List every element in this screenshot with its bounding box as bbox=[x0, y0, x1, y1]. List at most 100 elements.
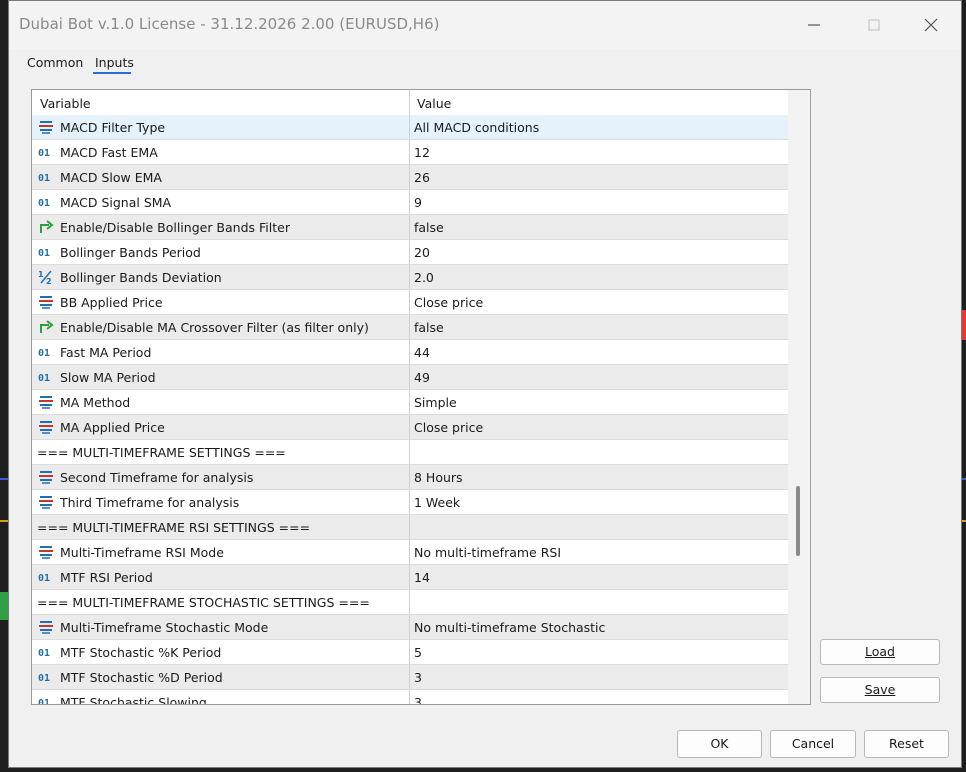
column-divider[interactable] bbox=[409, 90, 410, 115]
maximize-icon bbox=[868, 19, 880, 31]
double-icon: 12 bbox=[38, 270, 54, 286]
variable-name: MACD Filter Type bbox=[60, 120, 166, 135]
enum-icon bbox=[38, 545, 54, 559]
value-cell[interactable]: 5 bbox=[414, 645, 422, 660]
section-header-row[interactable]: === MULTI-TIMEFRAME RSI SETTINGS === bbox=[32, 515, 788, 540]
grid-row[interactable]: 01 MTF Stochastic %D Period 3 bbox=[32, 665, 788, 690]
integer-icon: 01 bbox=[38, 370, 54, 384]
grid-row[interactable]: Enable/Disable Bollinger Bands Filter fal… bbox=[32, 215, 788, 240]
grid-row[interactable]: 01 MACD Slow EMA 26 bbox=[32, 165, 788, 190]
svg-text:01: 01 bbox=[38, 648, 50, 659]
boolean-icon bbox=[38, 220, 54, 234]
grid-row[interactable]: 01 Slow MA Period 49 bbox=[32, 365, 788, 390]
value-cell[interactable]: 26 bbox=[414, 170, 430, 185]
chart-line bbox=[0, 520, 8, 522]
svg-text:01: 01 bbox=[38, 698, 50, 705]
column-divider bbox=[409, 340, 410, 364]
value-cell[interactable]: 3 bbox=[414, 695, 422, 704]
grid-row[interactable]: MA Applied Price Close price bbox=[32, 415, 788, 440]
variable-name: MA Applied Price bbox=[60, 420, 165, 435]
tab-common[interactable]: Common bbox=[27, 55, 83, 70]
value-cell[interactable]: 20 bbox=[414, 245, 430, 260]
column-divider bbox=[409, 565, 410, 589]
value-cell[interactable]: 9 bbox=[414, 195, 422, 210]
svg-text:01: 01 bbox=[38, 673, 50, 684]
cancel-button[interactable]: Cancel bbox=[770, 730, 856, 758]
value-cell[interactable]: Simple bbox=[414, 395, 457, 410]
reset-button[interactable]: Reset bbox=[864, 730, 949, 758]
value-cell[interactable]: 2.0 bbox=[414, 270, 434, 285]
value-cell[interactable]: No multi-timeframe Stochastic bbox=[414, 620, 605, 635]
close-icon bbox=[924, 18, 938, 32]
grid-row[interactable]: 01 MTF RSI Period 14 bbox=[32, 565, 788, 590]
variable-name: Slow MA Period bbox=[60, 370, 156, 385]
tab-inputs[interactable]: Inputs bbox=[95, 55, 134, 70]
active-tab-indicator bbox=[93, 72, 131, 74]
vertical-scrollbar[interactable] bbox=[788, 90, 810, 704]
save-button[interactable]: Save bbox=[820, 677, 940, 703]
column-header-value[interactable]: Value bbox=[417, 96, 451, 111]
grid-header: Variable Value bbox=[32, 90, 788, 116]
section-header-row[interactable]: === MULTI-TIMEFRAME STOCHASTIC SETTINGS … bbox=[32, 590, 788, 615]
grid-row[interactable]: 1 2 Bollinger Bands Deviation 2.0 bbox=[32, 265, 788, 290]
column-divider bbox=[409, 265, 410, 289]
value-cell[interactable]: No multi-timeframe RSI bbox=[414, 545, 561, 560]
value-cell[interactable]: Close price bbox=[414, 295, 483, 310]
enum-icon bbox=[38, 420, 54, 434]
grid-row[interactable]: Multi-Timeframe Stochastic Mode No multi-… bbox=[32, 615, 788, 640]
variable-name: MACD Signal SMA bbox=[60, 195, 172, 210]
value-cell[interactable]: 14 bbox=[414, 570, 430, 585]
section-header-row[interactable]: === MULTI-TIMEFRAME SETTINGS === bbox=[32, 440, 788, 465]
close-button[interactable] bbox=[911, 11, 951, 39]
integer-icon: 01 bbox=[38, 345, 54, 359]
grid-row[interactable]: 01 MTF Stochastic %K Period 5 bbox=[32, 640, 788, 665]
grid-row[interactable]: Second Timeframe for analysis 8 Hours bbox=[32, 465, 788, 490]
value-cell[interactable]: false bbox=[414, 320, 444, 335]
boolean-icon bbox=[38, 320, 54, 334]
grid-row[interactable]: 01 MACD Signal SMA 9 bbox=[32, 190, 788, 215]
chart-line bbox=[962, 520, 966, 522]
column-divider bbox=[409, 515, 410, 539]
value-cell[interactable]: 49 bbox=[414, 370, 430, 385]
grid-row[interactable]: MA Method Simple bbox=[32, 390, 788, 415]
grid-row[interactable]: Multi-Timeframe RSI Mode No multi-timefra… bbox=[32, 540, 788, 565]
grid-row[interactable]: 01 MACD Fast EMA 12 bbox=[32, 140, 788, 165]
value-cell[interactable]: 44 bbox=[414, 345, 430, 360]
maximize-button[interactable] bbox=[854, 11, 894, 39]
column-divider bbox=[409, 490, 410, 514]
grid-rows: MACD Filter Type All MACD conditions 01 MAC… bbox=[32, 115, 788, 705]
value-cell[interactable]: 8 Hours bbox=[414, 470, 463, 485]
grid-row[interactable]: Enable/Disable MA Crossover Filter (as f… bbox=[32, 315, 788, 340]
grid-row[interactable]: MACD Filter Type All MACD conditions bbox=[32, 115, 788, 140]
enum-icon bbox=[38, 395, 54, 409]
grid-row[interactable]: 01 Bollinger Bands Period 20 bbox=[32, 240, 788, 265]
value-cell[interactable]: Close price bbox=[414, 420, 483, 435]
grid-row[interactable]: Third Timeframe for analysis 1 Week bbox=[32, 490, 788, 515]
value-cell[interactable]: 3 bbox=[414, 670, 422, 685]
variable-name: Bollinger Bands Period bbox=[60, 245, 201, 260]
variable-name: Multi-Timeframe RSI Mode bbox=[60, 545, 224, 560]
grid-row[interactable]: 01 MTF Stochastic Slowing 3 bbox=[32, 690, 788, 705]
enum-icon bbox=[38, 470, 54, 484]
load-button[interactable]: Load bbox=[820, 639, 940, 665]
column-divider bbox=[409, 165, 410, 189]
svg-text:1: 1 bbox=[38, 270, 44, 279]
value-cell[interactable]: All MACD conditions bbox=[414, 120, 539, 135]
column-divider bbox=[409, 665, 410, 689]
svg-text:01: 01 bbox=[38, 373, 50, 384]
title-bar: Dubai Bot v.1.0 License - 31.12.2026 2.0… bbox=[9, 1, 961, 49]
variable-name: MACD Slow EMA bbox=[60, 170, 162, 185]
value-cell[interactable]: false bbox=[414, 220, 444, 235]
minimize-button[interactable] bbox=[794, 11, 834, 39]
ok-button[interactable]: OK bbox=[677, 730, 762, 758]
integer-icon: 01 bbox=[38, 170, 54, 184]
value-cell[interactable]: 1 Week bbox=[414, 495, 460, 510]
grid-row[interactable]: BB Applied Price Close price bbox=[32, 290, 788, 315]
column-header-variable[interactable]: Variable bbox=[40, 96, 91, 111]
svg-text:01: 01 bbox=[38, 198, 50, 209]
column-divider bbox=[409, 640, 410, 664]
value-cell[interactable]: 12 bbox=[414, 145, 430, 160]
variable-name: MA Method bbox=[60, 395, 131, 410]
scrollbar-thumb[interactable] bbox=[796, 486, 800, 556]
grid-row[interactable]: 01 Fast MA Period 44 bbox=[32, 340, 788, 365]
